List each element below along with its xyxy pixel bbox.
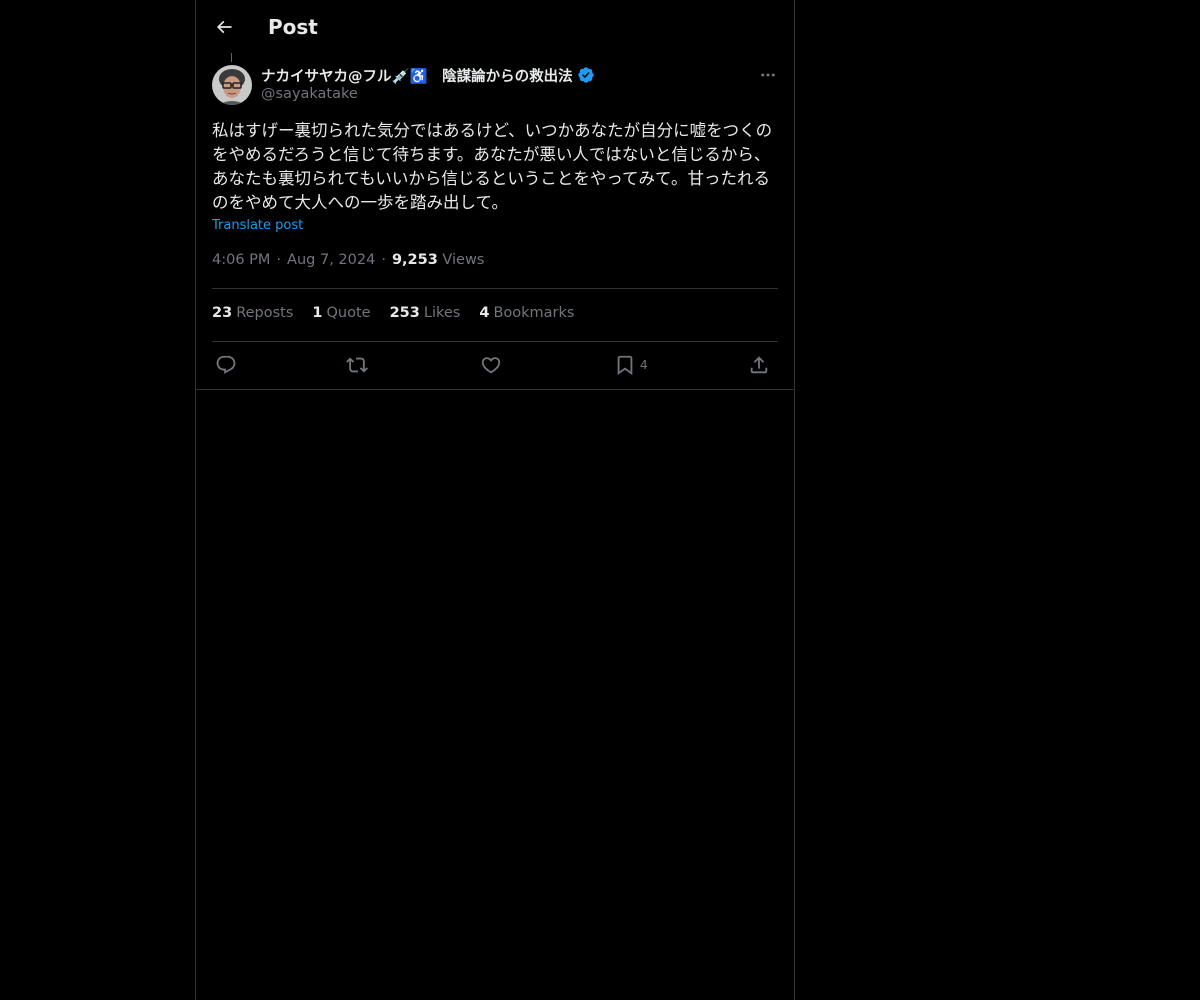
quotes-count: 1 (312, 305, 323, 321)
post-column: Post ナカイサヤカ@フル💉♿️ 陰謀論からの救出法 @sayakatake (195, 0, 795, 1000)
reposts-count: 23 (212, 305, 233, 321)
quotes-label: Quote (326, 305, 371, 321)
post-text: 私はすげー裏切られた気分ではあるけど、いつかあなたが自分に嘘をつくのをやめるだろ… (212, 121, 773, 212)
share-icon (750, 356, 768, 374)
verified-badge-icon[interactable] (577, 66, 595, 84)
repost-icon (346, 357, 368, 373)
views-count: 9,253 (391, 252, 438, 268)
post-time[interactable]: 4:06 PM (212, 252, 270, 268)
reply-icon (216, 355, 236, 374)
likes-label: Likes (423, 305, 461, 321)
engagement-stats: 23 Reposts 1 Quote 253 Likes 4 Bookmarks (212, 305, 593, 321)
share-button[interactable] (748, 354, 770, 376)
post-bottom-border (196, 389, 794, 390)
thread-connector-line (231, 53, 232, 62)
views-label: Views (442, 252, 485, 268)
like-button[interactable] (480, 354, 502, 376)
bookmarks-stat[interactable]: 4 Bookmarks (479, 305, 574, 321)
bookmark-icon (617, 355, 633, 376)
repost-button[interactable] (346, 354, 368, 376)
reply-button[interactable] (215, 354, 237, 376)
avatar[interactable] (212, 65, 252, 105)
heart-icon (481, 357, 501, 374)
reposts-stat[interactable]: 23 Reposts (212, 305, 293, 321)
action-bar: 4 (212, 342, 778, 389)
author-display-name[interactable]: ナカイサヤカ@フル💉♿️ 陰謀論からの救出法 (261, 65, 573, 86)
bookmarks-label: Bookmarks (493, 305, 575, 321)
back-button[interactable] (208, 11, 240, 43)
divider (212, 288, 778, 289)
more-horizontal-icon (761, 73, 775, 77)
bookmarks-count: 4 (479, 305, 490, 321)
likes-count: 253 (389, 305, 420, 321)
post-date[interactable]: Aug 7, 2024 (287, 252, 375, 268)
quotes-stat[interactable]: 1 Quote (312, 305, 370, 321)
author-name-row: ナカイサヤカ@フル💉♿️ 陰謀論からの救出法 (261, 64, 595, 86)
more-options-button[interactable] (754, 64, 782, 86)
page-title: Post (268, 15, 318, 39)
bookmark-count: 4 (640, 358, 648, 372)
reposts-label: Reposts (236, 305, 294, 321)
bookmark-button[interactable]: 4 (614, 354, 648, 376)
header: Post (196, 0, 794, 54)
author-handle[interactable]: @sayakatake (261, 86, 358, 102)
likes-stat[interactable]: 253 Likes (390, 305, 461, 321)
avatar-image (212, 65, 252, 105)
translate-post-link[interactable]: Translate post (212, 218, 303, 233)
post-meta: 4:06 PM · Aug 7, 2024 · 9,253 Views (212, 252, 484, 268)
meta-separator: · (276, 252, 282, 268)
arrow-left-icon (216, 20, 232, 34)
meta-separator: · (381, 252, 386, 268)
